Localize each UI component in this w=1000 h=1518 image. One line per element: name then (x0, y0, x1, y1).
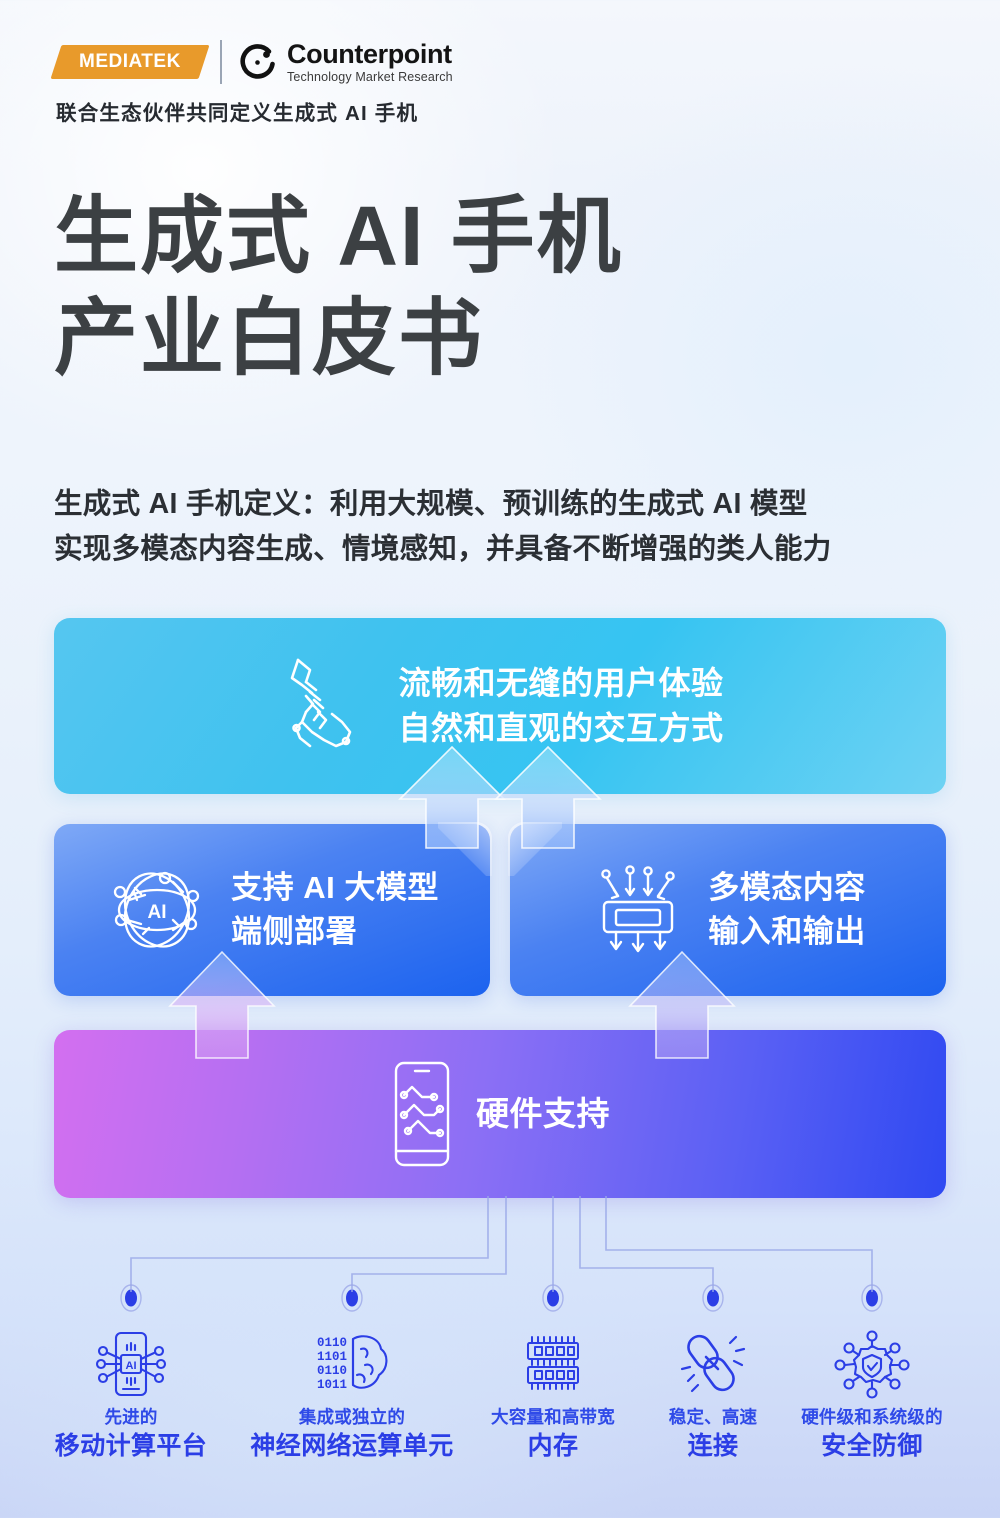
card-mr-line1: 多模态内容 (708, 869, 866, 905)
feature-sublabel: 大容量和高带宽 (491, 1407, 615, 1427)
feature-sublabel: 硬件级和系统级的 (801, 1407, 943, 1427)
mediatek-logo-text: MEDIATEK (79, 51, 181, 72)
feature-label: 连接 (687, 1431, 739, 1460)
header-kicker: 联合生态伙伴共同定义生成式 AI 手机 (56, 102, 419, 125)
card-multimodal-text: 多模态内容 输入和输出 (708, 866, 866, 954)
feature-sublabel: 稳定、高速 (668, 1407, 758, 1427)
feature-mobile-computing-platform[interactable]: AI 先进的 移动计算平台 (16, 1284, 246, 1461)
feature-sublabel: 集成或独立的 (298, 1407, 406, 1427)
definition-text: 生成式 AI 手机定义：利用大规模、预训练的生成式 AI 模型 实现多模态内容生… (54, 482, 974, 572)
counterpoint-tagline: Technology Market Research (287, 69, 453, 84)
feature-neural-processing-unit[interactable]: 0110 1101 0110 1011 集成或独立的 神经网络运算单元 (237, 1284, 467, 1461)
card-fold-corner (508, 822, 562, 876)
svg-text:0110: 0110 (317, 1364, 347, 1378)
brand-bar: MEDIATEK Counterpoint Technology Market … (50, 38, 453, 84)
binary-brain-icon: 0110 1101 0110 1011 (309, 1327, 395, 1401)
card-user-experience-text: 流畅和无缝的用户体验 自然和直观的交互方式 (398, 661, 723, 752)
counterpoint-logo: Counterpoint Technology Market Research (238, 38, 453, 84)
feature-label: 安全防御 (821, 1431, 923, 1460)
card-top-line2: 自然和直观的交互方式 (398, 710, 724, 746)
definition-line1: 生成式 AI 手机定义：利用大规模、预训练的生成式 AI 模型 (54, 488, 808, 520)
mediatek-logo: MEDIATEK (50, 45, 210, 79)
phone-circuit-icon (394, 1061, 450, 1167)
page-title-line2: 产业白皮书 (54, 291, 485, 386)
multimodal-dataflow-icon (601, 865, 676, 953)
ai-atom-network-icon: AI (113, 871, 200, 948)
card-ml-line2: 端侧部署 (231, 914, 358, 949)
feature-label: 移动计算平台 (54, 1431, 208, 1460)
memory-module-icon (510, 1327, 596, 1401)
arrow-hardware-to-multimodal (622, 950, 742, 1060)
counterpoint-name: Counterpoint (287, 38, 452, 69)
hand-touch-gesture-icon (291, 658, 352, 748)
svg-text:1101: 1101 (317, 1350, 347, 1364)
card-mr-line2: 输入和输出 (708, 914, 866, 949)
svg-text:AI: AI (126, 1360, 137, 1372)
card-ai-model-text: 支持 AI 大模型 端侧部署 (231, 866, 439, 954)
infographic-page: MEDIATEK Counterpoint Technology Market … (0, 0, 1000, 1518)
feature-label: 内存 (527, 1431, 579, 1460)
connector-tree (130, 1196, 873, 1292)
page-title-line1: 生成式 AI 手机 (54, 189, 623, 283)
phone-ai-chip-icon: AI (88, 1327, 174, 1401)
feature-sublabel: 先进的 (104, 1407, 158, 1427)
shield-gear-icon (829, 1327, 915, 1401)
card-fold-corner (438, 822, 492, 876)
feature-label: 神经网络运算单元 (250, 1431, 454, 1460)
svg-text:1011: 1011 (317, 1378, 347, 1392)
brand-divider (220, 40, 222, 84)
svg-text:0110: 0110 (317, 1336, 347, 1350)
counterpoint-mark-icon (240, 44, 275, 79)
feature-security[interactable]: 硬件级和系统级的 安全防御 (757, 1284, 987, 1461)
card-ml-line1: 支持 AI 大模型 (231, 869, 439, 905)
card-top-line1: 流畅和无缝的用户体验 (398, 664, 724, 701)
card-hardware-text: 硬件支持 (476, 1091, 610, 1138)
chain-link-icon (670, 1327, 756, 1401)
page-title: 生成式 AI 手机 产业白皮书 (54, 185, 623, 390)
definition-line2: 实现多模态内容生成、情境感知，并具备不断增强的类人能力 (54, 533, 832, 566)
arrow-hardware-to-ai-model (162, 950, 282, 1060)
svg-text:AI: AI (148, 902, 167, 923)
card-bot-line1: 硬件支持 (476, 1094, 610, 1132)
